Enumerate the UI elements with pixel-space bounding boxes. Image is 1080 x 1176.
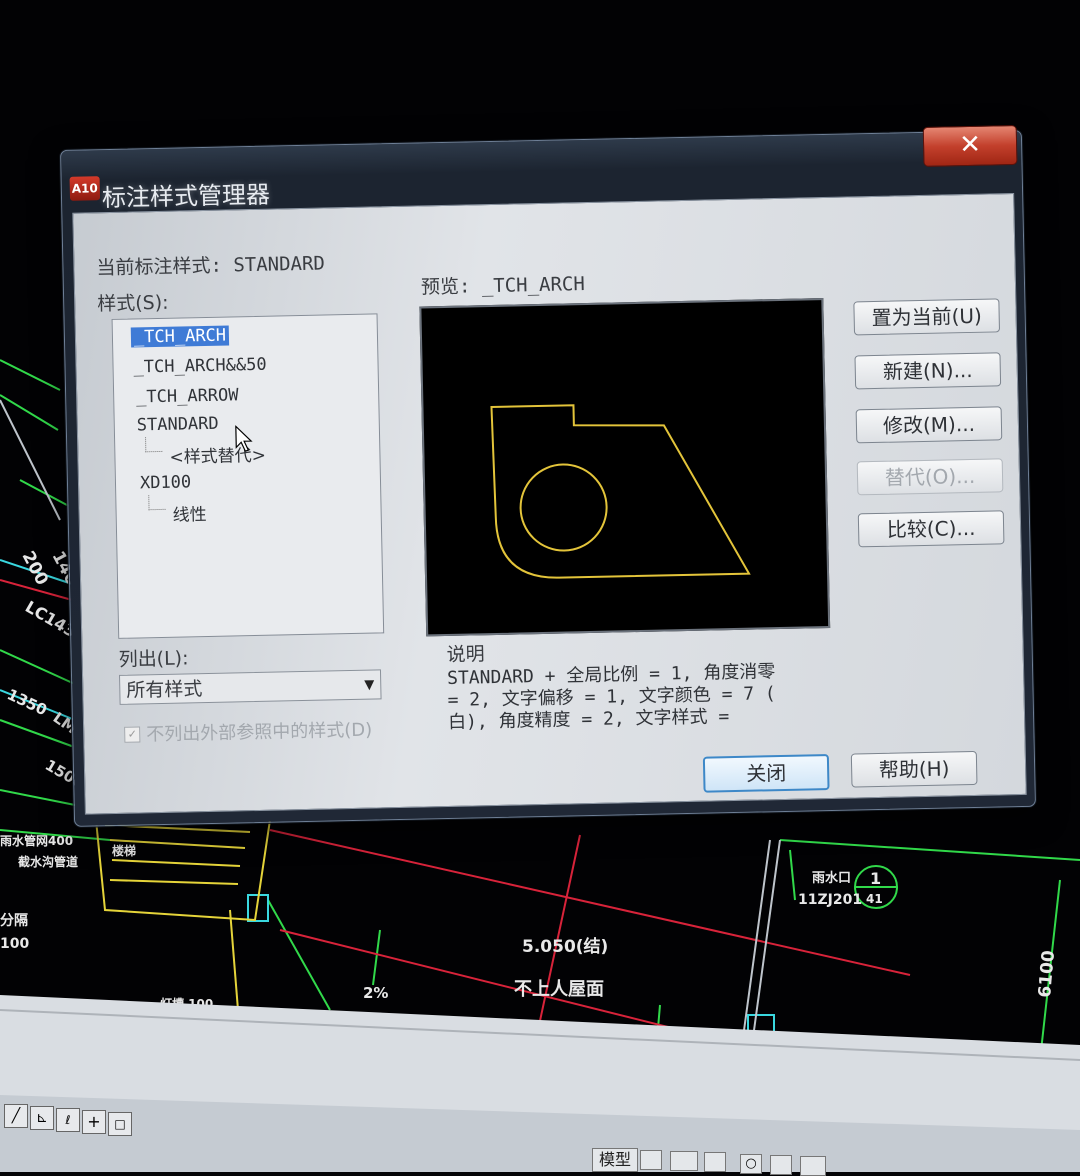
styles-label: 样式(S): [97,291,169,316]
model-tab[interactable]: 模型 [592,1148,638,1172]
bubble-bottom-text: 41 [866,892,883,906]
elevation-text: 5.050(结) [522,936,608,957]
list-label: 列出(L): [118,647,189,671]
close-icon[interactable]: ✕ [922,124,1018,167]
ditch-text: 截水沟管道 [18,854,78,869]
crosshair-icon[interactable]: + [82,1110,106,1134]
text-tool-icon[interactable]: ℓ [56,1108,80,1132]
zoom-icon[interactable]: ○ [740,1154,762,1174]
new-style-button[interactable]: 新建(N)... [854,352,1002,390]
partition-text: 分隔 [0,913,28,929]
dimension-preview-drawing [490,404,751,579]
stair-text: 楼梯 [112,843,136,858]
help-button[interactable]: 帮助(H) [850,750,978,788]
modify-style-button[interactable]: 修改(M)... [855,406,1003,444]
tree-connector [145,436,163,453]
bubble-top-text: 1 [870,869,881,888]
mouse-cursor-icon [235,424,253,452]
xref-filter-checkbox[interactable]: ✓ [124,726,141,743]
set-current-button[interactable]: 置为当前(U) [853,298,1001,336]
pan-icon[interactable] [770,1155,792,1175]
status-icons: ○ [640,1150,840,1176]
xref-filter-label: 不列出外部参照中的样式(D) [146,719,373,746]
description-text: STANDARD + 全局比例 = 1, 角度消零 = 2, 文字偏移 = 1,… [447,660,808,734]
dialog-client-area: 当前标注样式: STANDARD 样式(S): _TCH_ARCH _TCH_A… [72,193,1027,815]
override-style-button[interactable]: 替代(O)... [856,458,1004,496]
dim-text-100: 100 [0,936,29,952]
dim-tool-icon[interactable]: ⊾ [30,1106,54,1130]
preview-pane [419,298,831,637]
preview-label: 预览: _TCH_ARCH [420,273,585,299]
tree-connector [148,494,166,511]
layout-icon[interactable] [800,1156,826,1176]
dialog-title: 标注样式管理器 [101,180,271,213]
layout-icon[interactable] [670,1151,698,1171]
style-item-linear[interactable]: 线性 [172,500,206,526]
layout-icon[interactable] [704,1152,726,1172]
current-style-label: 当前标注样式: STANDARD [96,252,326,280]
dimension-style-manager-dialog: A10 标注样式管理器 ✕ 当前标注样式: STANDARD 样式(S): _T… [60,124,1036,827]
box-tool-icon[interactable]: □ [108,1112,132,1136]
drain-text: 雨水口 [812,870,851,886]
description-label: 说明 [446,643,485,667]
style-item-xd100[interactable]: XD100 [140,472,192,493]
layout-icon[interactable] [640,1150,662,1170]
bottom-toolbar: ╱ ⊾ ℓ + □ [0,1098,140,1136]
close-button[interactable]: 关闭 [702,754,830,793]
pipe-text: 雨水管网400 [0,833,73,848]
autocad-logo-icon: A10 [69,176,101,201]
style-item-tch-arch-50[interactable]: _TCH_ARCH&&50 [133,355,266,378]
slope-text: 2% [363,984,388,1002]
chevron-down-icon: ▼ [364,677,375,693]
code-text: 11ZJ201 [798,892,862,908]
roof-text: 不上人屋面 [514,979,604,1000]
list-filter-value: 所有样式 [126,678,203,702]
compare-style-button[interactable]: 比较(C)... [857,510,1005,548]
dim-text-6100: 6100 [1035,949,1059,998]
style-item-standard[interactable]: STANDARD [137,414,219,436]
styles-listbox[interactable]: _TCH_ARCH _TCH_ARCH&&50 _TCH_ARROW STAND… [111,313,385,639]
style-item-tch-arch[interactable]: _TCH_ARCH [130,325,230,348]
line-tool-icon[interactable]: ╱ [4,1104,28,1128]
style-item-tch-arrow[interactable]: _TCH_ARROW [136,385,239,407]
list-filter-select[interactable]: 所有样式 ▼ [119,669,382,705]
